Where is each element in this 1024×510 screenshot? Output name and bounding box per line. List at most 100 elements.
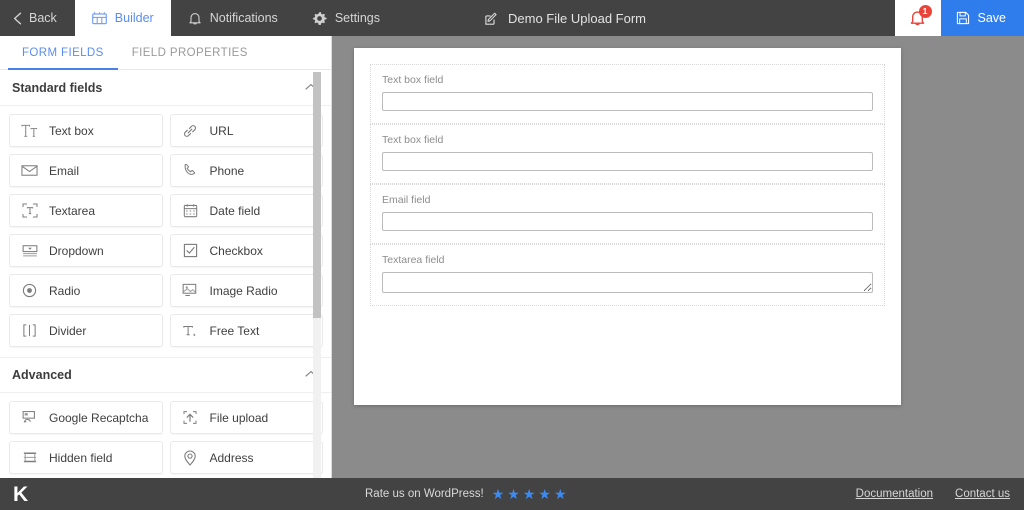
sidebar-scrollbar-thumb[interactable] xyxy=(313,72,321,318)
field-tile-hidden-field[interactable]: Hidden field xyxy=(9,441,163,474)
top-bar: Back Builder Notifications Settings Demo… xyxy=(0,0,1024,36)
rate-us-section: Rate us on WordPress! ★ ★ ★ ★ ★ xyxy=(365,487,567,501)
field-tile-label: Email xyxy=(49,163,80,178)
back-button[interactable]: Back xyxy=(0,0,75,36)
field-tile-label: Radio xyxy=(49,283,81,298)
tab-notifications-label: Notifications xyxy=(209,10,278,25)
field-tile-email[interactable]: Email xyxy=(9,154,163,187)
hidden-field-icon xyxy=(21,449,38,466)
checkbox-icon xyxy=(182,242,199,259)
field-tile-checkbox[interactable]: Checkbox xyxy=(169,234,323,267)
field-tile-label: Free Text xyxy=(209,323,260,338)
field-tile-textarea[interactable]: Textarea xyxy=(9,194,163,227)
dropdown-icon xyxy=(21,242,38,259)
field-label: Text box field xyxy=(382,74,444,86)
documentation-link[interactable]: Documentation xyxy=(856,488,933,500)
field-tile-label: Phone xyxy=(209,163,245,178)
save-button[interactable]: Save xyxy=(940,0,1024,36)
tab-builder[interactable]: Builder xyxy=(74,0,171,36)
star-icon[interactable]: ★ xyxy=(538,487,551,501)
field-label: Text box field xyxy=(382,134,444,146)
form-field-email[interactable]: Email field xyxy=(370,184,885,244)
section-header-standard-fields[interactable]: Standard fields xyxy=(0,70,332,106)
field-tile-label: Divider xyxy=(49,323,87,338)
image-radio-icon xyxy=(182,282,199,299)
section-title-advanced: Advanced xyxy=(12,368,72,382)
field-label: Email field xyxy=(382,194,431,206)
gear-icon xyxy=(312,11,327,26)
field-tile-label: URL xyxy=(209,123,234,138)
free-text-icon xyxy=(182,322,199,339)
field-label: Textarea field xyxy=(382,254,445,266)
bell-icon xyxy=(188,11,202,26)
form-field-text-box-1[interactable]: Text box field xyxy=(370,64,885,124)
section-header-advanced[interactable]: Advanced xyxy=(0,357,332,393)
field-tile-phone[interactable]: Phone xyxy=(169,154,323,187)
brand-logo: K xyxy=(13,482,29,506)
field-tile-address[interactable]: Address xyxy=(169,441,323,474)
form-preview-card: Text box field Text box field Email fiel… xyxy=(354,48,901,405)
text-box-input-2[interactable] xyxy=(382,152,873,171)
edit-pencil-icon xyxy=(484,11,499,26)
email-input[interactable] xyxy=(382,212,873,231)
tab-form-fields[interactable]: FORM FIELDS xyxy=(8,36,118,70)
save-label: Save xyxy=(977,11,1007,25)
field-tile-radio[interactable]: Radio xyxy=(9,274,163,307)
tab-field-properties-label: FIELD PROPERTIES xyxy=(131,46,248,59)
save-disk-icon xyxy=(956,11,970,25)
section-title-standard-fields: Standard fields xyxy=(12,80,103,95)
chevron-left-icon xyxy=(13,12,22,25)
footer-bar: K Rate us on WordPress! ★ ★ ★ ★ ★ Docume… xyxy=(0,478,1024,510)
standard-fields-grid: Text box URL Email Phone Textarea Date f… xyxy=(0,106,332,351)
field-tile-label: Google Recaptcha xyxy=(49,410,149,425)
calendar-icon xyxy=(182,202,199,219)
advanced-fields-grid: Google Recaptcha File upload Hidden fiel… xyxy=(0,393,332,478)
sidebar-scrollbar-track[interactable] xyxy=(313,72,321,478)
field-tile-divider[interactable]: Divider xyxy=(9,314,163,347)
textarea-input[interactable] xyxy=(382,272,873,293)
field-tile-label: Text box xyxy=(49,123,94,138)
star-rating[interactable]: ★ ★ ★ ★ ★ xyxy=(492,487,567,501)
notification-count-badge: 1 xyxy=(918,5,932,18)
envelope-icon xyxy=(21,162,38,179)
rate-us-label: Rate us on WordPress! xyxy=(365,488,484,500)
footer-links: Documentation Contact us xyxy=(856,488,1010,500)
field-tile-url[interactable]: URL xyxy=(169,114,323,147)
tab-field-properties[interactable]: FIELD PROPERTIES xyxy=(118,36,262,69)
field-tile-google-recaptcha[interactable]: Google Recaptcha xyxy=(9,401,163,434)
field-tile-dropdown[interactable]: Dropdown xyxy=(9,234,163,267)
field-tile-label: Image Radio xyxy=(209,283,278,298)
star-icon[interactable]: ★ xyxy=(554,487,567,501)
field-tile-label: Date field xyxy=(209,203,261,218)
tab-builder-label: Builder xyxy=(114,10,154,25)
sidebar-tabs: FORM FIELDS FIELD PROPERTIES xyxy=(0,36,332,70)
field-tile-label: Address xyxy=(209,450,254,465)
star-icon[interactable]: ★ xyxy=(507,487,520,501)
field-tile-label: Checkbox xyxy=(209,243,263,258)
text-box-input-1[interactable] xyxy=(382,92,873,111)
map-pin-icon xyxy=(182,449,199,466)
star-icon[interactable]: ★ xyxy=(523,487,536,501)
form-canvas: Text box field Text box field Email fiel… xyxy=(332,36,1024,478)
blocks-icon xyxy=(91,11,107,25)
tab-settings[interactable]: Settings xyxy=(295,0,397,36)
field-tile-label: File upload xyxy=(209,410,269,425)
divider-icon xyxy=(21,322,38,339)
field-tile-file-upload[interactable]: File upload xyxy=(169,401,323,434)
field-tile-free-text[interactable]: Free Text xyxy=(169,314,323,347)
contact-us-link[interactable]: Contact us xyxy=(955,488,1010,500)
form-field-text-box-2[interactable]: Text box field xyxy=(370,124,885,184)
radio-icon xyxy=(21,282,38,299)
tab-notifications[interactable]: Notifications xyxy=(171,0,295,36)
star-icon[interactable]: ★ xyxy=(492,487,505,501)
notifications-button[interactable]: 1 xyxy=(894,0,941,36)
field-tile-image-radio[interactable]: Image Radio xyxy=(169,274,323,307)
link-icon xyxy=(182,122,199,139)
field-tile-label: Hidden field xyxy=(49,450,113,465)
field-tile-text-box[interactable]: Text box xyxy=(9,114,163,147)
field-tile-date-field[interactable]: Date field xyxy=(169,194,323,227)
field-tile-label: Dropdown xyxy=(49,243,104,258)
phone-icon xyxy=(182,162,199,179)
form-field-textarea[interactable]: Textarea field xyxy=(370,244,885,306)
text-box-icon xyxy=(21,122,38,139)
